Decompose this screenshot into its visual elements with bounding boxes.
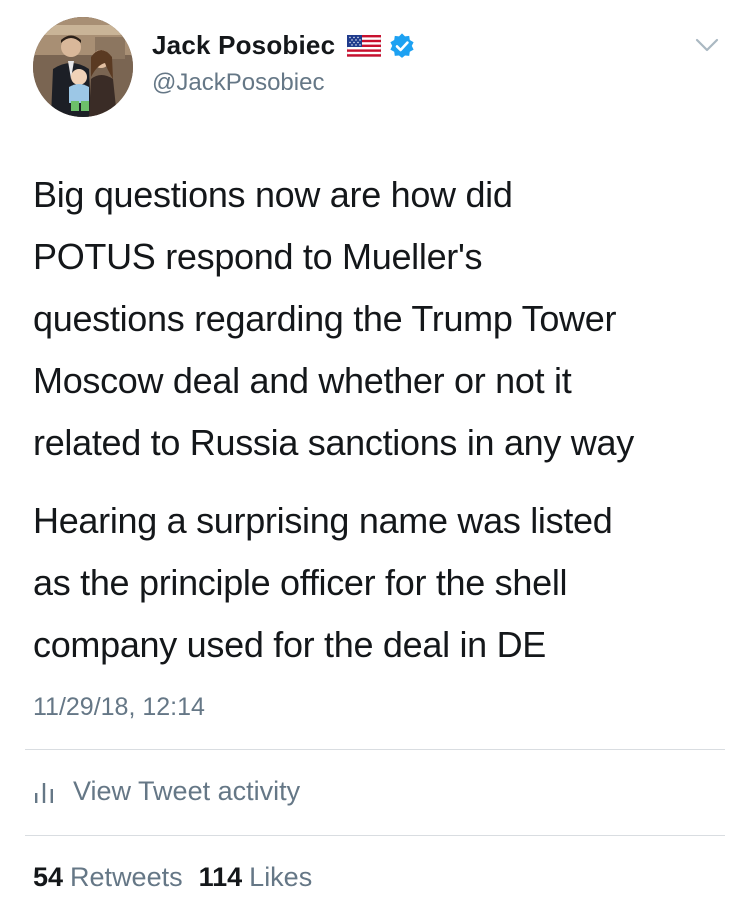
tweet-line: Hearing a surprising name was listed bbox=[33, 500, 613, 541]
chevron-down-icon[interactable] bbox=[694, 36, 720, 54]
likes-stat[interactable]: 114 Likes bbox=[199, 862, 313, 893]
tweet-line: company used for the deal in DE bbox=[33, 624, 546, 665]
activity-label: View Tweet activity bbox=[73, 776, 301, 806]
tweet-paragraph: Hearing a surprising name was listed as … bbox=[33, 490, 733, 676]
avatar-photo bbox=[33, 17, 133, 117]
bar-chart-icon bbox=[35, 782, 53, 803]
user-handle[interactable]: @JackPosobiec bbox=[152, 69, 324, 97]
view-tweet-activity-button[interactable]: View Tweet activity bbox=[33, 776, 300, 807]
retweets-label: Retweets bbox=[70, 862, 183, 892]
tweet-line: related to Russia sanctions in any way bbox=[33, 422, 634, 463]
display-name-row[interactable]: Jack Posobiec bbox=[152, 30, 415, 61]
tweet-paragraph: Big questions now are how did POTUS resp… bbox=[33, 164, 733, 474]
divider bbox=[25, 749, 725, 750]
tweet-line: POTUS respond to Mueller's bbox=[33, 236, 483, 277]
tweet-line: Moscow deal and whether or not it bbox=[33, 360, 572, 401]
verified-badge-icon bbox=[390, 32, 414, 58]
retweets-count: 54 bbox=[33, 862, 64, 892]
tweet-stats: 54 Retweets 114 Likes bbox=[33, 862, 312, 893]
likes-count: 114 bbox=[198, 862, 243, 892]
tweet-line: Big questions now are how did bbox=[33, 174, 513, 215]
retweets-stat[interactable]: 54 Retweets bbox=[33, 862, 183, 893]
display-name[interactable]: Jack Posobiec bbox=[152, 30, 335, 61]
tweet-text: Big questions now are how did POTUS resp… bbox=[33, 164, 733, 676]
tweet-timestamp[interactable]: 11/29/18, 12:14 bbox=[33, 693, 205, 722]
tweet-line: questions regarding the Trump Tower bbox=[33, 298, 617, 339]
avatar[interactable] bbox=[33, 17, 133, 117]
tweet-detail: Jack Posobiec @JackPosobiec Big question… bbox=[0, 0, 749, 904]
likes-label: Likes bbox=[249, 862, 313, 892]
us-flag-icon bbox=[347, 34, 382, 57]
divider bbox=[25, 835, 725, 836]
tweet-line: as the principle officer for the shell bbox=[33, 562, 568, 603]
